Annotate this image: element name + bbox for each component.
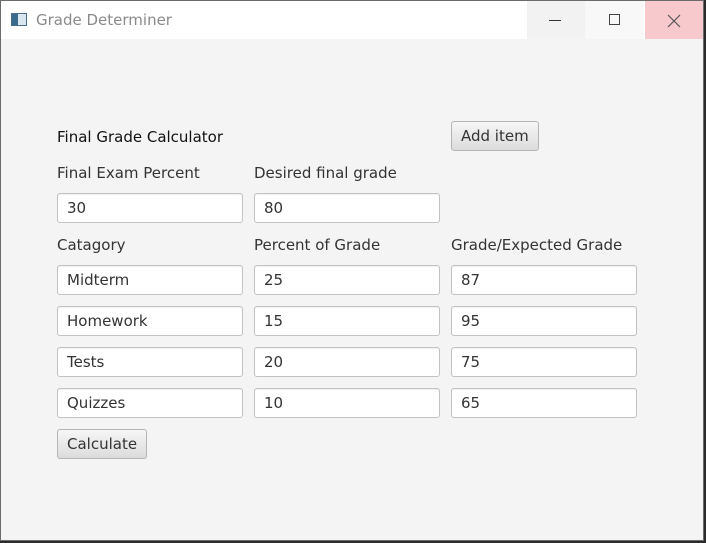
calculate-button[interactable]: Calculate <box>57 429 148 459</box>
desired-final-grade-label: Desired final grade <box>254 164 397 182</box>
grade-input-tests[interactable] <box>451 347 637 377</box>
grade-column-label: Grade/Expected Grade <box>451 236 623 254</box>
title-bar[interactable]: Grade Determiner <box>1 1 703 39</box>
percent-input-homework[interactable] <box>254 306 440 336</box>
close-icon <box>666 13 682 29</box>
percent-input-quizzes[interactable] <box>254 388 440 418</box>
category-input-midterm[interactable] <box>57 265 243 295</box>
percent-input-midterm[interactable] <box>254 265 440 295</box>
category-input-homework[interactable] <box>57 306 243 336</box>
grade-input-homework[interactable] <box>451 306 637 336</box>
app-icon <box>11 13 27 26</box>
calculator-heading: Final Grade Calculator <box>57 128 224 146</box>
minimize-button[interactable] <box>527 1 585 39</box>
category-input-tests[interactable] <box>57 347 243 377</box>
final-exam-percent-label: Final Exam Percent <box>57 164 200 182</box>
maximize-button[interactable] <box>585 1 643 39</box>
percent-input-tests[interactable] <box>254 347 440 377</box>
window-title: Grade Determiner <box>36 11 172 29</box>
grade-input-quizzes[interactable] <box>451 388 637 418</box>
final-exam-percent-input[interactable] <box>57 193 243 223</box>
category-column-label: Catagory <box>57 236 126 254</box>
minimize-icon <box>549 20 561 21</box>
maximize-icon <box>609 14 620 25</box>
percent-column-label: Percent of Grade <box>254 236 381 254</box>
app-window: Grade Determiner Final Grade Calculator … <box>0 0 704 541</box>
add-item-button[interactable]: Add item <box>451 121 539 151</box>
desired-final-grade-input[interactable] <box>254 193 440 223</box>
grade-input-midterm[interactable] <box>451 265 637 295</box>
close-button[interactable] <box>645 1 703 39</box>
category-input-quizzes[interactable] <box>57 388 243 418</box>
